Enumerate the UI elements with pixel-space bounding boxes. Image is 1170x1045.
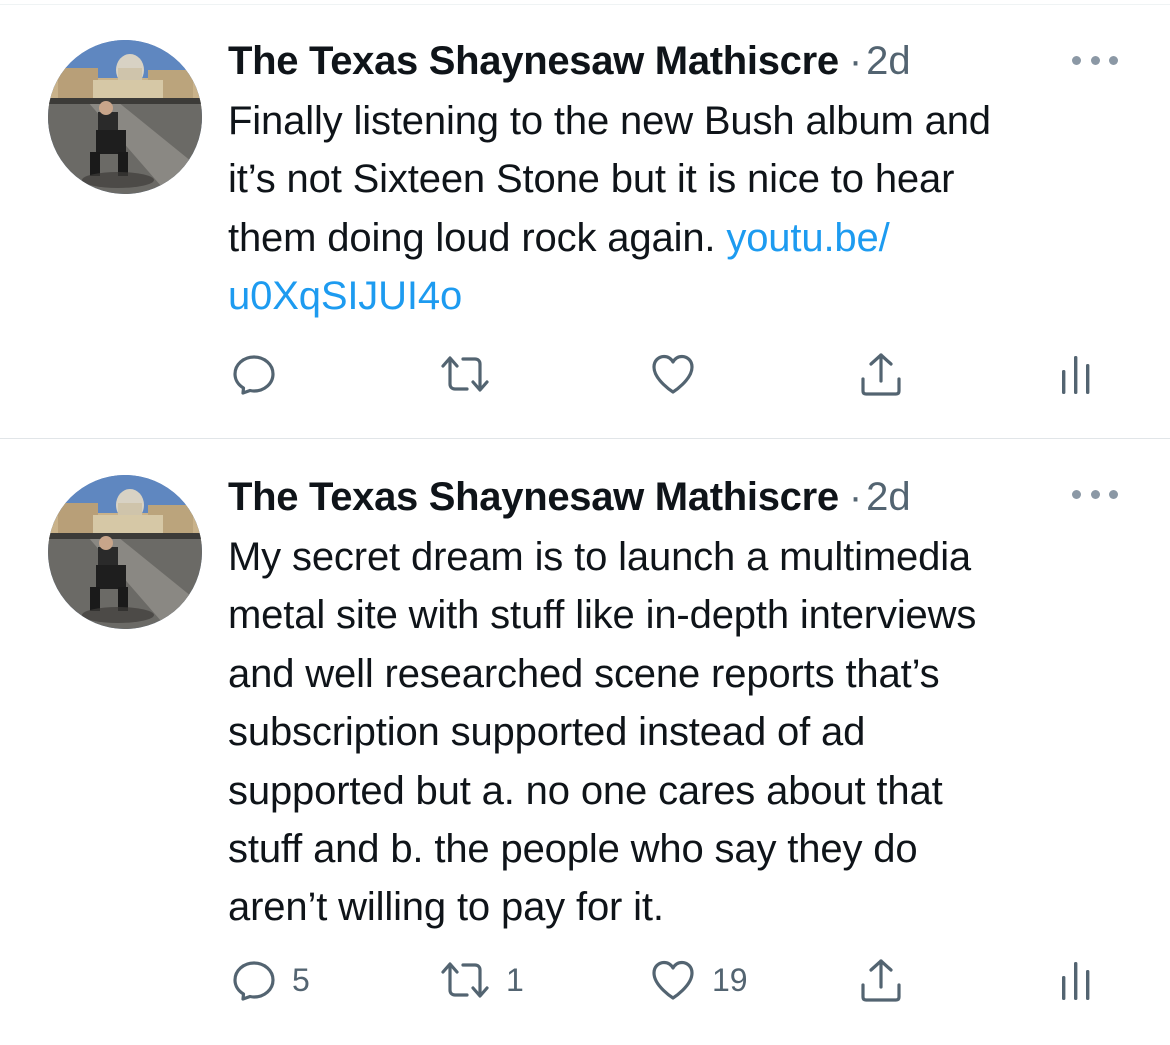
tweet-1[interactable]: The Texas Shaynesaw Mathiscre · 2d Final… <box>0 0 1170 438</box>
separator-dot: · <box>848 475 863 519</box>
reply-button[interactable]: 5 <box>232 950 310 1010</box>
heart-icon <box>652 960 694 1000</box>
analytics-button[interactable] <box>1060 344 1092 404</box>
share-icon <box>861 959 901 1002</box>
retweet-count: 1 <box>506 962 524 998</box>
tweet-2[interactable]: The Texas Shaynesaw Mathiscre · 2d My se… <box>0 439 1170 1045</box>
share-icon <box>861 353 901 396</box>
retweet-icon <box>441 962 489 998</box>
reply-count: 5 <box>292 962 310 998</box>
like-button[interactable]: 19 <box>650 950 748 1010</box>
share-button[interactable] <box>858 950 904 1010</box>
retweet-button[interactable] <box>440 344 506 404</box>
tweet-header: The Texas Shaynesaw Mathiscre · 2d <box>228 36 911 86</box>
heart-icon <box>652 354 694 394</box>
tweet-actions <box>0 344 1170 404</box>
reply-icon <box>233 355 275 395</box>
like-count: 19 <box>712 962 748 998</box>
analytics-icon <box>1062 962 1090 1000</box>
analytics-button[interactable] <box>1060 950 1092 1010</box>
avatar-image <box>48 475 202 629</box>
retweet-button[interactable]: 1 <box>440 950 524 1010</box>
tweet-header: The Texas Shaynesaw Mathiscre · 2d <box>228 472 911 522</box>
separator-dot: · <box>848 39 863 83</box>
tweet-actions: 5 1 19 <box>0 950 1170 1010</box>
reply-icon <box>233 961 275 1001</box>
share-button[interactable] <box>858 344 904 404</box>
avatar[interactable] <box>48 40 202 194</box>
retweet-icon <box>441 356 489 392</box>
tweet-text: My secret dream is to launch a multimedi… <box>228 535 977 930</box>
timestamp[interactable]: 2d <box>866 36 911 86</box>
timestamp[interactable]: 2d <box>866 472 911 522</box>
reply-button[interactable] <box>232 344 292 404</box>
tweet-text: Finally listening to the new Bush album … <box>228 92 1128 326</box>
analytics-icon <box>1062 356 1090 394</box>
display-name[interactable]: The Texas Shaynesaw Mathiscre <box>228 36 839 86</box>
more-options-icon[interactable] <box>1072 45 1118 75</box>
like-button[interactable] <box>650 344 712 404</box>
avatar-image <box>48 40 202 194</box>
display-name[interactable]: The Texas Shaynesaw Mathiscre <box>228 472 839 522</box>
avatar[interactable] <box>48 475 202 629</box>
more-options-icon[interactable] <box>1072 479 1118 509</box>
